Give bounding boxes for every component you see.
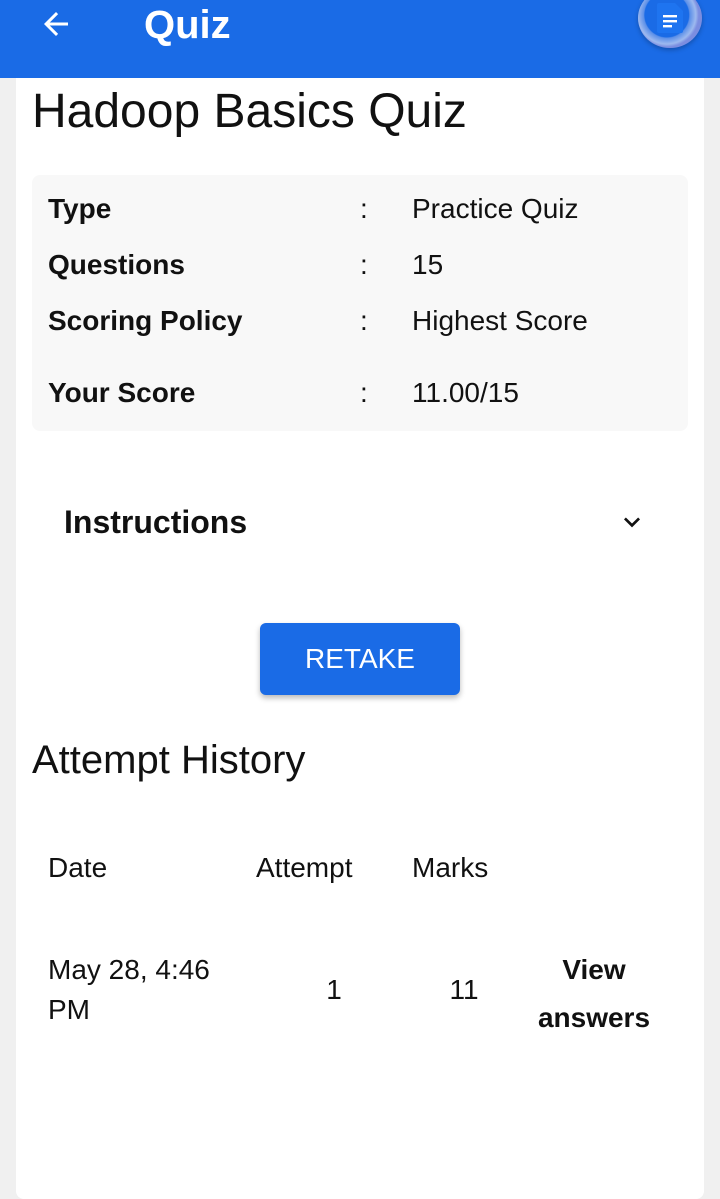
detail-row-scoring-policy: Scoring Policy : Highest Score [32, 303, 688, 339]
arrow-left-icon [44, 12, 68, 36]
detail-label: Scoring Policy [48, 305, 243, 336]
detail-value: Practice Quiz [412, 193, 579, 224]
document-icon [657, 3, 683, 33]
detail-label: Your Score [48, 377, 196, 408]
document-button[interactable] [638, 0, 702, 48]
app-bar: Quiz [0, 0, 720, 78]
quiz-card: Hadoop Basics Quiz Type : Practice Quiz … [16, 78, 704, 1199]
attempt-number: 1 [326, 974, 342, 1005]
back-button[interactable] [34, 4, 78, 44]
attempt-date: May 28, 4:46 PM [48, 954, 210, 1025]
attempt-marks: 11 [449, 974, 479, 1005]
quiz-details: Type : Practice Quiz Questions : 15 Scor… [32, 175, 688, 431]
chevron-down-icon [624, 517, 640, 528]
instructions-label: Instructions [64, 504, 248, 540]
detail-colon: : [360, 377, 368, 408]
instructions-expander[interactable]: Instructions [48, 498, 664, 546]
column-header-date: Date [48, 852, 108, 883]
detail-colon: : [360, 305, 368, 336]
column-header-marks: Marks [412, 852, 489, 883]
quiz-title: Hadoop Basics Quiz [32, 85, 467, 138]
detail-value: 15 [412, 249, 444, 280]
detail-colon: : [360, 249, 368, 280]
attempt-history-title: Attempt History [32, 738, 306, 782]
detail-row-your-score: Your Score : 11.00/15 [32, 375, 688, 411]
detail-label: Questions [48, 249, 185, 280]
detail-row-type: Type : Practice Quiz [32, 191, 688, 227]
detail-value: 11.00/15 [412, 377, 519, 408]
detail-value: Highest Score [412, 305, 588, 336]
retake-button[interactable]: RETAKE [260, 623, 460, 695]
view-answers-link[interactable]: View answers [528, 946, 660, 1042]
detail-colon: : [360, 193, 368, 224]
app-bar-title: Quiz [144, 3, 231, 47]
detail-row-questions: Questions : 15 [32, 247, 688, 283]
detail-label: Type [48, 193, 112, 224]
column-header-attempt: Attempt [256, 852, 353, 883]
